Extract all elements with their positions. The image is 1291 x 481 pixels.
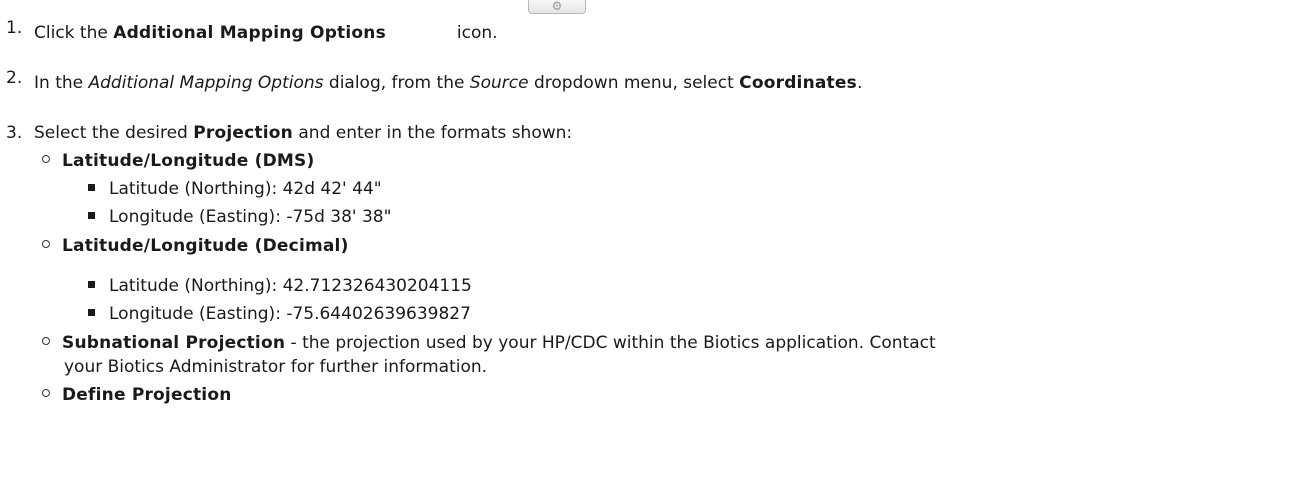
projection-item-decimal: Latitude/Longitude (Decimal) [40,235,349,257]
list-item-text: Latitude (Northing): 42.712326430204115 [109,276,472,296]
step-text-suffix: icon. [456,23,498,43]
circle-bullet-icon [42,389,50,397]
list-item: Longitude (Easting): -75d 38' 38" [88,206,391,228]
step-3: 3. Select the desired Projection and ente… [0,122,572,144]
step-text-prefix: Click the [34,23,114,43]
step-number: 3. [6,123,23,143]
circle-bullet-icon [42,155,50,163]
square-bullet-icon [88,183,95,191]
list-item-text: Longitude (Easting): -75.64402639639827 [109,304,471,324]
projection-description: - the projection used by your HP/CDC wit… [285,333,936,353]
projection-name: Define Projection [62,385,232,405]
square-bullet-icon [88,308,95,316]
step-text-prefix: In the [34,73,89,93]
list-item: Latitude (Northing): 42.712326430204115 [88,275,472,297]
square-bullet-icon [88,211,95,219]
step-text-middle: dialog, from the [323,73,470,93]
projection-item-subnational: Subnational Projection - the projection … [40,332,936,354]
step-number: 1. [6,18,23,38]
projection-item-define: Define Projection [40,384,232,406]
projection-name: Latitude/Longitude (Decimal) [62,236,349,256]
step-italic-term: Additional Mapping Options [88,73,324,93]
projection-name: Subnational Projection [62,333,286,353]
step-1: 1. Click the Additional Mapping Options ic… [0,18,498,44]
projection-description-continued: your Biotics Administrator for further i… [64,357,488,377]
list-item: Latitude (Northing): 42d 42' 44" [88,178,382,200]
list-item-text: Longitude (Easting): -75d 38' 38" [109,207,392,227]
list-item-text: Latitude (Northing): 42d 42' 44" [109,179,382,199]
step-2: 2. In the Additional Mapping Options dial… [0,68,863,94]
step-text-prefix: Select the desired [34,123,194,143]
list-item: Longitude (Easting): -75.64402639639827 [88,303,471,325]
step-bold-term: Coordinates [739,73,857,93]
step-bold-term: Projection [193,123,293,143]
step-italic-term: Source [469,73,529,93]
projection-item-dms: Latitude/Longitude (DMS) [40,150,314,172]
step-bold-term: Additional Mapping Options [113,23,386,43]
circle-bullet-icon [42,240,50,248]
step-number: 2. [6,68,23,88]
step-text-suffix: . [856,73,863,93]
instructions-page: 1. Click the Additional Mapping Options ic… [0,0,1291,481]
step-text-suffix: and enter in the formats shown: [292,123,573,143]
projection-name: Latitude/Longitude (DMS) [62,151,315,171]
circle-bullet-icon [42,337,50,345]
additional-mapping-options-button[interactable]: ⚙ [528,0,586,14]
step-text-middle: dropdown menu, select [528,73,740,93]
square-bullet-icon [88,280,95,288]
gear-icon: ⚙ [551,0,563,13]
